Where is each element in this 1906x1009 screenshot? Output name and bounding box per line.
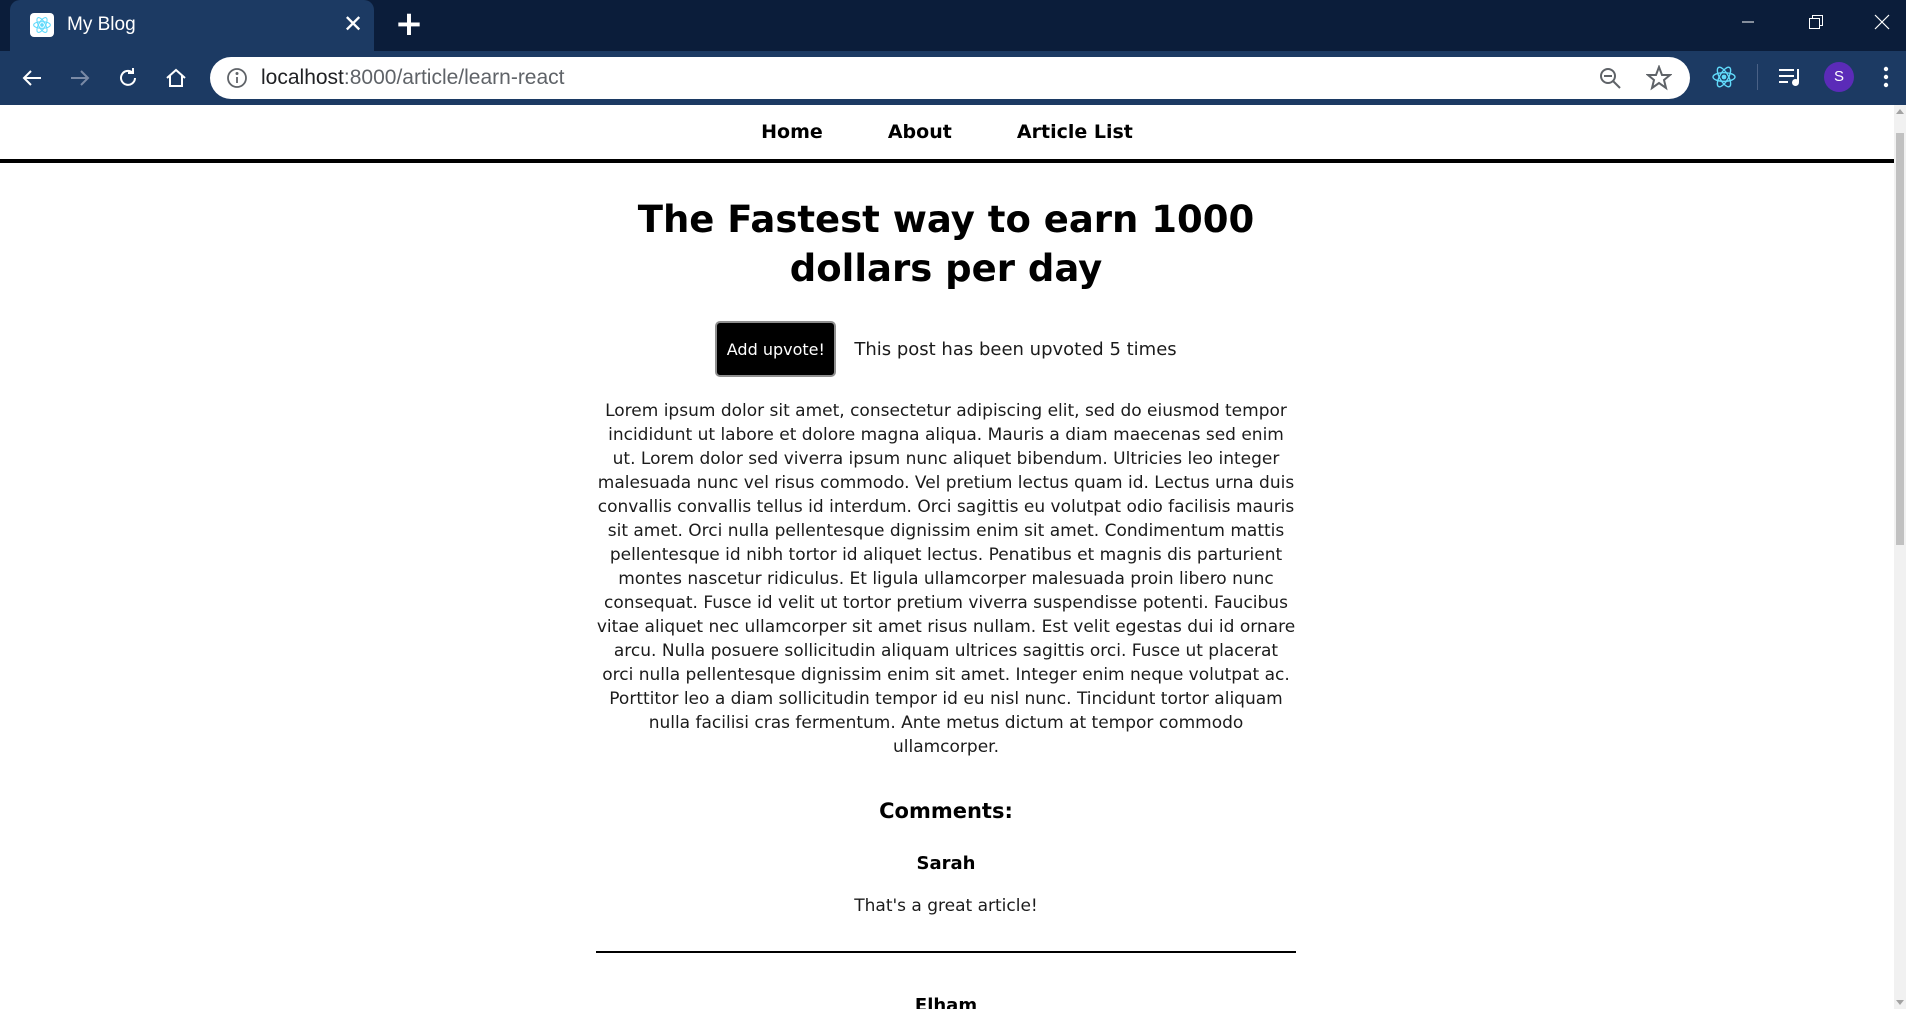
info-icon[interactable] xyxy=(226,67,248,89)
back-arrow-icon[interactable] xyxy=(16,62,48,94)
upvote-count-text: This post has been upvoted 5 times xyxy=(854,338,1177,360)
maximize-icon[interactable] xyxy=(1786,4,1846,40)
article-body: Lorem ipsum dolor sit amet, consectetur … xyxy=(596,401,1296,757)
comment-item: Sarah That's a great article! xyxy=(596,853,1296,916)
scrollbar-thumb[interactable] xyxy=(1896,133,1904,545)
media-control-icon[interactable] xyxy=(1776,63,1804,91)
site-nav: Home About Article List xyxy=(0,105,1894,163)
nav-link-about[interactable]: About xyxy=(888,105,952,143)
url-host: localhost xyxy=(261,66,344,89)
comments-heading: Comments: xyxy=(879,799,1013,823)
comment-username: Sarah xyxy=(916,853,976,874)
star-icon[interactable] xyxy=(1645,64,1673,91)
nav-link-article-list[interactable]: Article List xyxy=(1017,105,1133,143)
page-scrollbar[interactable] xyxy=(1894,105,1906,1009)
tab-title: My Blog xyxy=(67,14,136,35)
forward-arrow-icon[interactable] xyxy=(64,62,96,94)
browser-titlebar: My Blog ✕ + xyxy=(0,0,1906,51)
more-vertical-icon[interactable] xyxy=(1874,62,1898,92)
add-upvote-button[interactable]: Add upvote! xyxy=(715,321,837,377)
scroll-down-arrow-icon[interactable] xyxy=(1896,1000,1904,1005)
react-favicon-icon xyxy=(30,13,54,37)
window-close-icon[interactable] xyxy=(1852,4,1906,40)
scroll-up-arrow-icon[interactable] xyxy=(1896,109,1904,114)
comment-divider xyxy=(596,951,1296,953)
home-icon[interactable] xyxy=(160,62,192,94)
browser-tab[interactable]: My Blog ✕ xyxy=(10,0,374,51)
minimize-icon[interactable] xyxy=(1718,4,1778,40)
page-viewport: Home About Article List The Fastest way … xyxy=(0,105,1894,1009)
comment-username: Elham xyxy=(914,995,978,1009)
address-bar[interactable]: localhost:8000/article/learn-react xyxy=(210,57,1690,99)
zoom-out-icon[interactable] xyxy=(1598,66,1622,90)
close-icon[interactable]: ✕ xyxy=(340,11,366,37)
react-extension-icon[interactable] xyxy=(1710,63,1738,91)
upvote-section: Add upvote! This post has been upvoted 5… xyxy=(596,321,1296,377)
url-path: :8000/article/learn-react xyxy=(343,66,565,89)
article-title: The Fastest way to earn 1000 dollars per… xyxy=(637,198,1255,290)
comment-text: That's a great article! xyxy=(854,896,1038,916)
article-content: The Fastest way to earn 1000 dollars per… xyxy=(596,195,1296,1009)
avatar[interactable]: S xyxy=(1824,62,1854,92)
nav-link-home[interactable]: Home xyxy=(761,105,823,143)
plus-icon[interactable]: + xyxy=(392,7,426,42)
comment-item: Elham xyxy=(596,995,1296,1009)
reload-icon[interactable] xyxy=(112,62,144,94)
toolbar-divider xyxy=(1757,64,1758,90)
url-text[interactable]: localhost:8000/article/learn-react xyxy=(261,66,565,90)
